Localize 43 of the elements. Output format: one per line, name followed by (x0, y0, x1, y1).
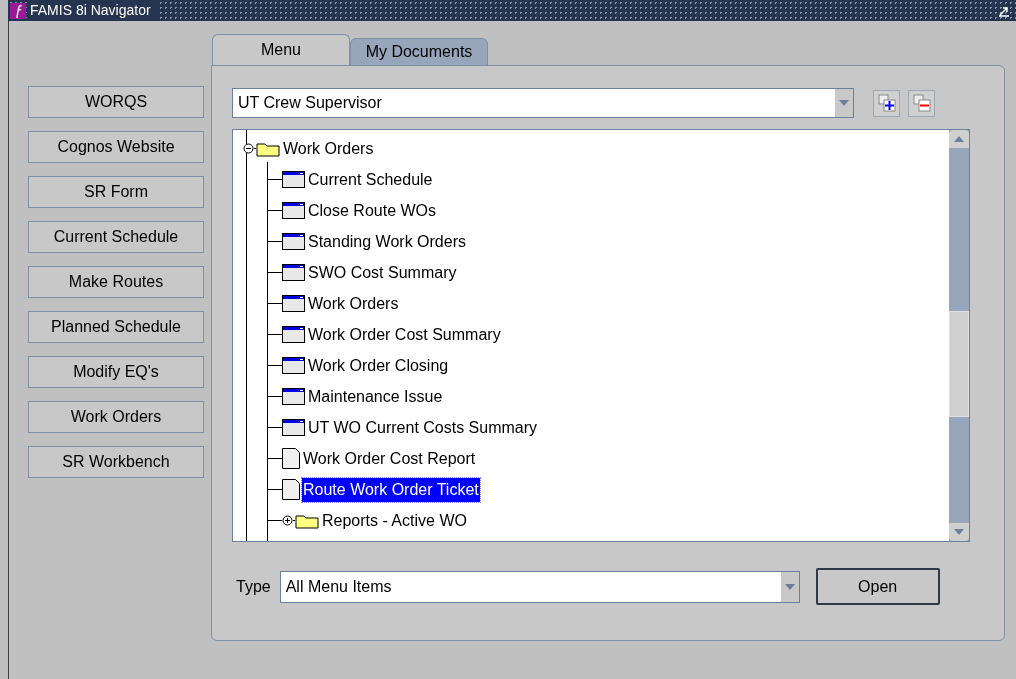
type-dropdown[interactable]: All Menu Items (279, 570, 800, 603)
tree-item[interactable]: Work Order Cost Summary (307, 322, 502, 347)
collapse-icon[interactable] (243, 143, 254, 154)
expand-all-button[interactable] (873, 89, 900, 117)
shortcut-button[interactable]: SR Form (28, 176, 204, 208)
dropdown-value: All Menu Items (284, 576, 393, 597)
tree-item[interactable]: Work Orders (282, 136, 375, 161)
tab[interactable]: My Documents (350, 38, 488, 65)
tree-item[interactable]: Current Schedule (307, 167, 434, 192)
tree-item[interactable]: Route Work Order Ticket (302, 477, 480, 502)
shortcut-button[interactable]: SR Workbench (28, 446, 204, 478)
tree-item[interactable]: Work Order Closing (307, 353, 450, 378)
shortcut-button[interactable]: Make Routes (28, 266, 204, 298)
tree-item[interactable]: Maintenance Issue (307, 384, 444, 409)
tree-item[interactable]: UT WO Current Costs Summary (307, 415, 539, 440)
dropdown-value: UT Crew Supervisor (237, 93, 383, 113)
tree-item[interactable]: Work Order Cost Report (302, 446, 477, 471)
shortcut-button[interactable]: Planned Schedule (28, 311, 204, 343)
folder-icon (256, 140, 280, 157)
shortcut-button[interactable]: Modify EQ's (28, 356, 204, 388)
tree-item[interactable]: Reports - Active WO (321, 508, 468, 533)
open-button[interactable]: Open (815, 568, 940, 605)
window-title: FAMIS 8i Navigator (30, 0, 157, 21)
responsibility-dropdown[interactable]: UT Crew Supervisor (232, 88, 854, 118)
shortcut-button[interactable]: Work Orders (28, 401, 204, 433)
shortcut-button[interactable]: Cognos Website (28, 131, 204, 163)
app-logo-icon (10, 2, 26, 19)
dropdown-arrow-icon (954, 529, 964, 535)
tree-item[interactable]: Work Orders (307, 291, 400, 316)
type-label: Type (236, 576, 271, 597)
shortcut-button[interactable]: Current Schedule (28, 221, 204, 253)
minimize-icon[interactable] (998, 4, 1010, 17)
tree-item[interactable]: Standing Work Orders (307, 229, 467, 254)
tree-item[interactable]: Close Route WOs (307, 198, 438, 223)
expand-icon[interactable] (282, 515, 293, 526)
shortcut-button[interactable]: WORQS (28, 86, 204, 118)
tab[interactable]: Menu (212, 34, 350, 65)
scroll-up-arrow-icon[interactable] (954, 136, 964, 142)
scrollbar[interactable] (949, 130, 969, 541)
folder-icon (295, 512, 319, 529)
dropdown-arrow-icon (784, 583, 795, 590)
tree-item[interactable]: SWO Cost Summary (307, 260, 458, 285)
dropdown-arrow-icon (839, 100, 849, 106)
